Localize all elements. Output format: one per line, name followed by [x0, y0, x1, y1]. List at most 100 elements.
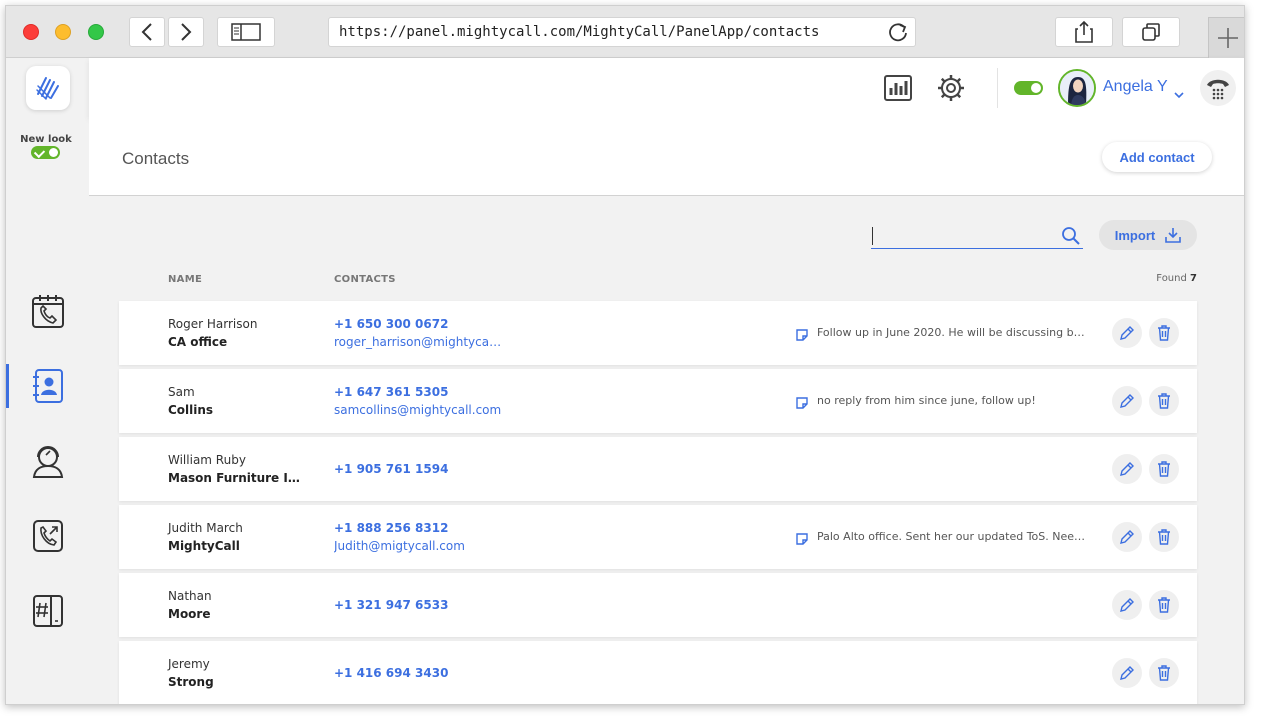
sidebar-item-numbers[interactable]: [6, 586, 89, 636]
table-row[interactable]: Sam Collins +1 647 361 5305 samcollins@m…: [119, 369, 1197, 433]
user-avatar-icon: [1060, 71, 1094, 105]
delete-button[interactable]: [1149, 386, 1179, 416]
share-icon: [1075, 20, 1093, 43]
minimize-window-button[interactable]: [55, 24, 71, 40]
app: New look Angela Y Contacts Add contact I…: [6, 58, 1244, 704]
pencil-icon: [1120, 394, 1134, 408]
column-header-contacts[interactable]: CONTACTS: [334, 274, 396, 285]
sidebar-item-calls[interactable]: [6, 286, 89, 336]
dialpad-button[interactable]: [1200, 70, 1236, 106]
plus-icon: [1217, 28, 1238, 48]
edit-button[interactable]: [1112, 590, 1142, 620]
contact-phone[interactable]: +1 650 300 0672: [334, 317, 448, 331]
avatar[interactable]: [1058, 69, 1096, 107]
table-row[interactable]: Roger Harrison CA office +1 650 300 0672…: [119, 301, 1197, 365]
contact-note: Follow up in June 2020. He will be discu…: [817, 326, 1089, 339]
pencil-icon: [1120, 666, 1134, 680]
column-header-name[interactable]: NAME: [168, 274, 202, 285]
sidebar-item-call-routing[interactable]: [6, 511, 89, 561]
contact-phone[interactable]: +1 647 361 5305: [334, 385, 448, 399]
add-contact-button[interactable]: Add contact: [1102, 142, 1212, 172]
table-row[interactable]: William Ruby Mason Furniture Inc. +1 905…: [119, 437, 1197, 501]
edit-button[interactable]: [1112, 318, 1142, 348]
contact-note: no reply from him since june, follow up!: [817, 394, 1036, 407]
edit-button[interactable]: [1112, 658, 1142, 688]
pencil-icon: [1120, 598, 1134, 612]
address-bar[interactable]: https://panel.mightycall.com/MightyCall/…: [328, 17, 916, 47]
search-icon[interactable]: [1061, 226, 1081, 250]
forward-button[interactable]: [168, 17, 204, 47]
page-title: Contacts: [122, 149, 190, 168]
contact-first-line: Nathan: [168, 589, 212, 603]
tabs-icon: [1142, 23, 1160, 41]
bar-chart-icon: [884, 75, 912, 101]
contact-second-line: CA office: [168, 335, 228, 349]
contact-phone[interactable]: +1 888 256 8312: [334, 521, 448, 535]
contact-first-line: William Ruby: [168, 453, 246, 467]
tabs-button[interactable]: [1122, 17, 1180, 47]
new-look-label: New look: [20, 134, 72, 145]
close-window-button[interactable]: [23, 24, 39, 40]
contact-email[interactable]: samcollins@mightycall.com: [334, 403, 504, 417]
back-button[interactable]: [129, 17, 165, 47]
pencil-icon: [1120, 326, 1134, 340]
settings-button[interactable]: [935, 72, 967, 104]
contacts-content: Import NAME CONTACTS Found 7 Roger Harri…: [89, 197, 1244, 704]
chevron-down-icon[interactable]: [1174, 84, 1184, 103]
contact-email[interactable]: roger_harrison@mightycall.com: [334, 335, 504, 349]
maximize-window-button[interactable]: [88, 24, 104, 40]
browser-toolbar: https://panel.mightycall.com/MightyCall/…: [6, 6, 1244, 58]
agent-headset-icon: [32, 446, 63, 478]
page-header: Contacts Add contact: [89, 118, 1244, 196]
contact-phone[interactable]: +1 416 694 3430: [334, 666, 448, 680]
edit-button[interactable]: [1112, 522, 1142, 552]
mightycall-logo[interactable]: [26, 66, 70, 110]
new-tab-button[interactable]: [1208, 17, 1244, 58]
sidebar-toggle-button[interactable]: [217, 17, 275, 47]
trash-icon: [1158, 665, 1170, 681]
sidebar-icon: [231, 23, 261, 41]
note-icon: [796, 530, 808, 549]
delete-button[interactable]: [1149, 522, 1179, 552]
contact-second-line: MightyCall: [168, 539, 240, 553]
contact-email[interactable]: Judith@migtycall.com: [334, 539, 504, 553]
note-icon: [796, 326, 808, 345]
import-button[interactable]: Import: [1099, 220, 1197, 250]
url-text: https://panel.mightycall.com/MightyCall/…: [339, 24, 820, 40]
contacts-book-icon: [32, 369, 63, 403]
calendar-phone-icon: [31, 295, 64, 328]
sidebar: New look: [6, 58, 89, 704]
table-row[interactable]: Judith March MightyCall +1 888 256 8312 …: [119, 505, 1197, 569]
search-input[interactable]: [871, 223, 1083, 249]
gear-icon: [938, 75, 964, 101]
table-row[interactable]: Jeremy Strong +1 416 694 3430: [119, 641, 1197, 704]
table-row[interactable]: Nathan Moore +1 321 947 6533: [119, 573, 1197, 637]
contact-first-line: Sam: [168, 385, 195, 399]
reports-button[interactable]: [882, 72, 914, 104]
logo-icon: [36, 77, 59, 100]
reload-icon[interactable]: [887, 22, 909, 48]
delete-button[interactable]: [1149, 590, 1179, 620]
contact-phone[interactable]: +1 905 761 1594: [334, 462, 448, 476]
trash-icon: [1158, 529, 1170, 545]
sidebar-item-agents[interactable]: [6, 436, 89, 486]
text-caret: [872, 227, 873, 245]
delete-button[interactable]: [1149, 454, 1179, 484]
new-look-toggle[interactable]: [31, 146, 60, 159]
note-icon: [796, 394, 808, 413]
contact-second-line: Moore: [168, 607, 211, 621]
chevron-right-icon: [181, 23, 192, 41]
delete-button[interactable]: [1149, 658, 1179, 688]
delete-button[interactable]: [1149, 318, 1179, 348]
contact-first-line: Roger Harrison: [168, 317, 258, 331]
contact-phone[interactable]: +1 321 947 6533: [334, 598, 448, 612]
edit-button[interactable]: [1112, 386, 1142, 416]
top-bar: Angela Y: [89, 58, 1244, 118]
share-button[interactable]: [1055, 17, 1113, 47]
trash-icon: [1158, 325, 1170, 341]
contact-second-line: Mason Furniture Inc.: [168, 471, 303, 485]
availability-toggle[interactable]: [1014, 81, 1043, 95]
edit-button[interactable]: [1112, 454, 1142, 484]
sidebar-item-contacts[interactable]: [6, 361, 89, 411]
user-name[interactable]: Angela Y: [1103, 78, 1168, 96]
